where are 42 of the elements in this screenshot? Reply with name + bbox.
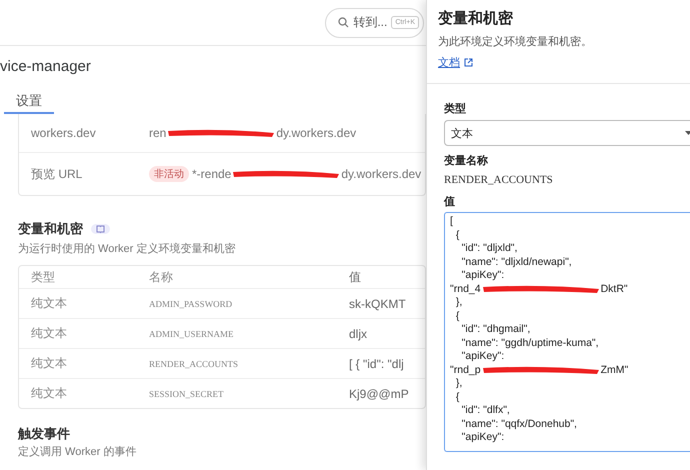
table-cell-text: ADMIN_USERNAME bbox=[149, 328, 235, 338]
table-cell-text: ADMIN_PASSWORD bbox=[149, 298, 234, 308]
drawer-subtitle: 为此环境定义环境变量和机密。 bbox=[438, 34, 593, 49]
table-cell: sk-kQKMT bbox=[349, 296, 406, 310]
url-text: dy.workers.dev bbox=[276, 126, 356, 140]
column-header: 类型 bbox=[31, 268, 56, 286]
table-cell-text: RENDER_ACCOUNTS bbox=[149, 358, 240, 368]
row-label: 预览 URL bbox=[31, 166, 84, 182]
value-textarea[interactable]: [ { "id": "dljxld", "name": "dljxld/newapi", "apiKey": "rnd_4 DktR" }, { "id": "dhgmail", "name": "ggdh/uptime-kuma", "apiKey": "rnd_p ZmM" }, { "id": "dlfx", "name": "qqfx/Donehub", "apiKey": bbox=[444, 212, 690, 452]
variable-name: RENDER_ACCOUNTS bbox=[444, 174, 554, 186]
field-label: 类型 bbox=[444, 102, 467, 116]
url-text: ren bbox=[149, 126, 166, 140]
book-icon bbox=[91, 224, 110, 234]
section-subtitle: 定义调用 Worker 的事件 bbox=[18, 444, 138, 459]
drawer-title: 变量和机密 bbox=[438, 9, 514, 28]
settings-tab[interactable]: 设置 bbox=[4, 88, 54, 114]
page-title: vice-manager bbox=[0, 57, 92, 77]
status-badge: 非活动 bbox=[149, 166, 189, 182]
section-title: 触发事件 bbox=[18, 425, 70, 443]
table-cell: dljx bbox=[349, 326, 368, 340]
table-cell: [ { "id": "dlj bbox=[349, 356, 404, 370]
search-icon bbox=[338, 17, 350, 28]
url-text: dy.workers.dev bbox=[341, 167, 422, 181]
caret-icon bbox=[685, 131, 690, 135]
column-header: 名称 bbox=[149, 268, 174, 286]
field-label: 值 bbox=[444, 195, 456, 209]
table-cell-text: 纯文本 bbox=[31, 355, 68, 372]
table-cell-text: 纯文本 bbox=[31, 325, 68, 342]
row-label: workers.dev bbox=[31, 126, 97, 140]
column-header: 值 bbox=[349, 268, 361, 286]
docs-link[interactable]: 文档 bbox=[438, 55, 460, 70]
table-cell-text: 纯文本 bbox=[31, 295, 68, 312]
external-link-icon bbox=[464, 58, 473, 67]
search-placeholder: 转到... bbox=[353, 14, 388, 31]
type-select[interactable]: 文本 bbox=[444, 120, 690, 146]
table-cell: Kj9@@mP bbox=[349, 386, 409, 400]
section-subtitle: 为运行时使用的 Worker 定义环境变量和机密 bbox=[18, 242, 236, 256]
field-label: 变量名称 bbox=[444, 154, 489, 168]
section-title: 变量和机密 bbox=[18, 220, 83, 238]
table-cell-text: 纯文本 bbox=[31, 385, 68, 402]
table-cell-text: SESSION_SECRET bbox=[149, 388, 225, 398]
url-text: *-rende bbox=[192, 167, 232, 181]
